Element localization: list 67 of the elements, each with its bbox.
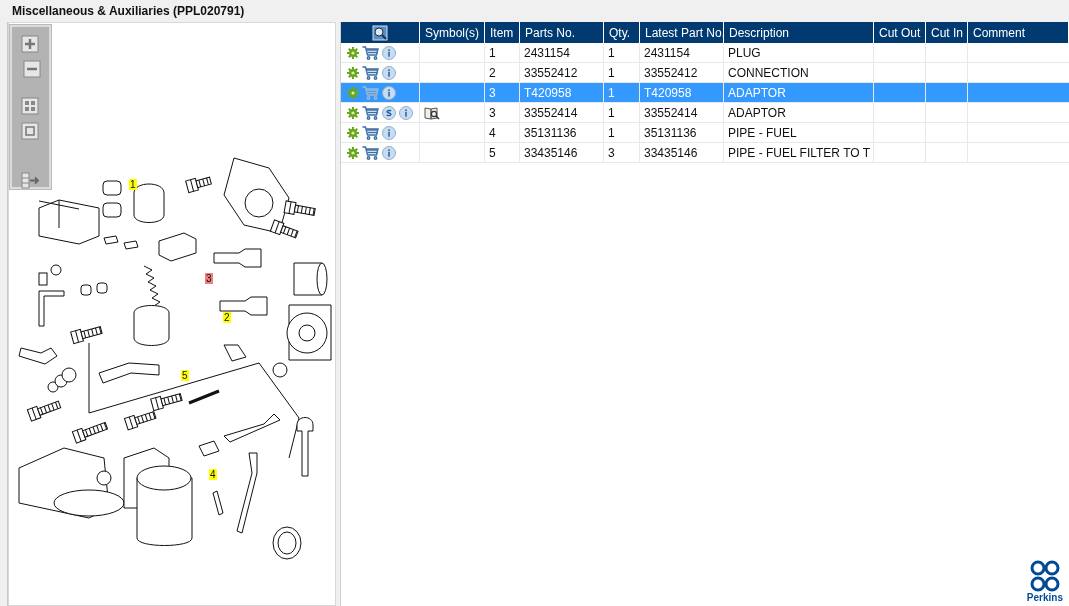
table-cell-text: PIPE - FUEL FILTER TO T: [728, 144, 871, 162]
service-icon[interactable]: [382, 105, 396, 120]
table-cell-text: T420958: [524, 84, 572, 102]
table-cell-text: 5: [489, 144, 496, 162]
gear-icon[interactable]: [347, 146, 359, 159]
table-cell-text: 33435146: [524, 144, 578, 162]
cart-icon[interactable]: [362, 45, 379, 60]
table-cell-text: 1: [608, 84, 615, 102]
table-cell-text: ADAPTOR: [728, 84, 786, 102]
info-icon[interactable]: [382, 45, 396, 60]
table-cell-text: 4: [489, 124, 496, 142]
table-cell-text: 33552412: [524, 64, 578, 82]
table-cell-text: 1: [489, 44, 496, 62]
table-row[interactable]: 2 33552412 1 33552412 CONNECTION: [341, 63, 1069, 83]
table-row[interactable]: 1 2431154 1 2431154 PLUG: [341, 43, 1069, 63]
gear-icon[interactable]: [347, 46, 359, 59]
logo-text: Perkins: [1026, 592, 1063, 603]
info-icon[interactable]: [382, 145, 396, 160]
fit-view-icon[interactable]: [20, 97, 41, 117]
table-cell-text: 33552414: [524, 104, 578, 122]
table-cell-text: 2: [489, 64, 496, 82]
table-cell-text: PIPE - FUEL: [728, 124, 797, 142]
search-icon[interactable]: [372, 24, 388, 41]
cart-icon[interactable]: [362, 105, 379, 120]
callout-label[interactable]: 1: [129, 179, 137, 190]
table-cell-text: 33435146: [644, 144, 698, 162]
table-cell-text: ADAPTOR: [728, 104, 786, 122]
table-cell-text: 1: [608, 104, 615, 122]
table-row[interactable]: 5 33435146 3 33435146 PIPE - FUEL FILTER TO T: [341, 143, 1069, 163]
table-cell-text: 3: [489, 104, 496, 122]
callout-label[interactable]: 4: [209, 469, 217, 480]
table-cell-text: 3: [608, 144, 615, 162]
table-row[interactable]: 4 35131136 1 35131136 PIPE - FUEL: [341, 123, 1069, 143]
gear-icon[interactable]: [347, 106, 359, 119]
info-icon[interactable]: [399, 105, 413, 120]
cart-icon[interactable]: [362, 65, 379, 80]
table-cell-text: 1: [608, 64, 615, 82]
zoom-out-icon[interactable]: [20, 60, 41, 80]
gear-icon[interactable]: [347, 86, 359, 99]
cart-icon[interactable]: [362, 125, 379, 140]
table-cell-text: 3: [489, 84, 496, 102]
zoom-in-icon[interactable]: [20, 35, 41, 55]
book-magnifier-icon[interactable]: [424, 105, 440, 120]
actual-size-icon[interactable]: [20, 122, 41, 142]
table-row[interactable]: 3 33552414 1 33552414 ADAPTOR: [341, 103, 1069, 123]
table-cell-text: 2431154: [524, 44, 570, 62]
info-icon[interactable]: [382, 85, 396, 100]
table-cell-text: PLUG: [728, 44, 761, 62]
table-cell-text: T420958: [644, 84, 692, 102]
gear-icon[interactable]: [347, 126, 359, 139]
gear-icon[interactable]: [347, 66, 359, 79]
table-cell-text: 1: [608, 44, 615, 62]
export-icon[interactable]: [20, 171, 41, 191]
table-cell-text: 35131136: [644, 124, 697, 142]
table-cell-text: CONNECTION: [728, 64, 809, 82]
callout-label[interactable]: 2: [223, 312, 231, 323]
info-icon[interactable]: [382, 65, 396, 80]
table-cell-text: 1: [608, 124, 615, 142]
table-cell-text: 2431154: [644, 44, 690, 62]
info-icon[interactable]: [382, 125, 396, 140]
callout-label[interactable]: 3: [205, 273, 213, 284]
table-cell-text: 33552414: [644, 104, 698, 122]
cart-icon[interactable]: [362, 145, 379, 160]
window-title: Miscellaneous & Auxiliaries (PPL020791): [12, 3, 245, 20]
table-cell-text: 35131136: [524, 124, 577, 142]
callout-label[interactable]: 5: [181, 370, 189, 381]
table-cell-text: 33552412: [644, 64, 698, 82]
